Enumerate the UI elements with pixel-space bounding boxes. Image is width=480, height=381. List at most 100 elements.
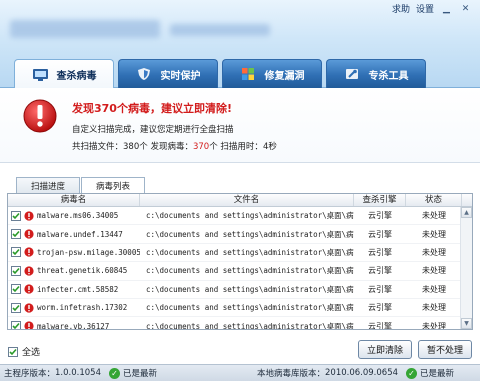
status: 未处理 [422,284,446,294]
row-checkbox[interactable] [11,247,21,258]
scan-result-panel: 发现370个病毒，建议立即清除! 自定义扫描完成，建议您定期进行全盘扫描 共扫描… [0,88,480,163]
virus-table: 病毒名 文件名 查杀引擎 状态 malware.ms06.34005 c:\doc… [7,193,473,330]
alert-title: 发现370个病毒，建议立即清除! [72,102,232,115]
check-ok-icon: ✓ [108,367,120,379]
alert-subtitle: 自定义扫描完成，建议您定期进行全盘扫描 [72,125,234,135]
virus-name-cell: threat.genetik.60845 [8,265,140,276]
program-version: 1.0.0.1054 [55,368,101,378]
file-path: c:\documents and settings\administrator\… [146,303,354,313]
status-bar: 主程序版本： 1.0.0.1054 ✓ 已是最新 本地病毒库版本： 2010.0… [0,364,480,381]
ignore-button[interactable]: 暂不处理 [418,340,472,359]
select-all-checkbox[interactable] [8,346,18,357]
windows-icon [240,67,257,81]
file-path: c:\documents and settings\administrator\… [146,266,354,276]
virus-name: trojan-psw.milage.30005 [37,247,140,257]
status: 未处理 [422,247,446,257]
file-path: c:\documents and settings\administrator\… [146,247,354,257]
col-engine[interactable]: 查杀引擎 [354,194,406,206]
virus-warning-icon [24,229,34,239]
virus-name: malware.undef.13447 [37,229,123,239]
engine: 云引擎 [368,321,392,330]
files-value: 380个 [123,142,148,152]
top-links: 求助 设置 ▁ ✕ [392,2,472,16]
files-label: 共扫描文件： [72,142,124,152]
virus-name: infecter.cmt.58582 [37,284,119,294]
vertical-scrollbar[interactable]: ▲ ▼ [460,207,472,329]
db-version-label: 本地病毒库版本： [257,369,326,379]
tab-fix-vulnerabilities[interactable]: 修复漏洞 [222,59,322,88]
virus-warning-icon [24,284,34,294]
settings-link[interactable]: 设置 [416,2,434,15]
status: 未处理 [422,211,446,221]
status: 未处理 [422,266,446,276]
app-header: 求助 设置 ▁ ✕ 查杀病毒 实时保护 修复漏洞 专杀工具 [0,0,480,89]
table-row[interactable]: malware.vb.36127 c:\documents and setting… [8,317,472,330]
scroll-up-icon[interactable]: ▲ [461,207,472,218]
tab-kill-tools[interactable]: 专杀工具 [326,59,426,88]
tab-label: 实时保护 [160,70,201,82]
file-path: c:\documents and settings\administrator\… [146,284,354,294]
engine: 云引擎 [368,247,392,257]
table-row[interactable]: malware.undef.13447 c:\documents and sett… [8,225,472,244]
clean-now-button[interactable]: 立即清除 [358,340,412,359]
result-subtabs: 扫描进度 病毒列表 [16,177,146,194]
virus-label: 发现病毒： [150,142,193,152]
file-path: c:\documents and settings\administrator\… [146,321,354,330]
status: 未处理 [422,321,446,330]
tab-label: 查杀病毒 [56,71,97,82]
close-icon[interactable]: ✕ [459,3,472,14]
engine: 云引擎 [368,211,392,221]
table-header: 病毒名 文件名 查杀引擎 状态 [8,194,472,207]
main-tabs: 查杀病毒 实时保护 修复漏洞 专杀工具 [14,59,426,89]
tab-label: 专杀工具 [368,70,409,82]
tools-icon [344,67,361,81]
shield-icon [136,67,153,81]
engine: 云引擎 [368,266,392,276]
alert-warning-icon [23,99,57,133]
col-status[interactable]: 状态 [406,194,462,206]
row-checkbox[interactable] [11,302,21,313]
virus-name: malware.vb.36127 [37,321,110,330]
table-row[interactable]: threat.genetik.60845 c:\documents and set… [8,262,472,281]
help-link[interactable]: 求助 [392,2,410,15]
tab-scan-progress[interactable]: 扫描进度 [16,177,80,193]
engine: 云引擎 [368,284,392,294]
engine: 云引擎 [368,229,392,239]
status: 未处理 [422,229,446,239]
row-checkbox[interactable] [11,210,21,221]
program-version-label: 主程序版本： [4,369,56,379]
table-row[interactable]: infecter.cmt.58582 c:\documents and setti… [8,281,472,299]
scroll-down-icon[interactable]: ▼ [461,318,472,329]
program-state: 已是最新 [122,369,157,379]
virus-name-cell: malware.ms06.34005 [8,210,140,221]
virus-name-cell: malware.vb.36127 [8,321,140,330]
file-path: c:\documents and settings\administrator\… [146,229,354,239]
scan-monitor-icon [32,68,49,82]
row-checkbox[interactable] [11,321,21,329]
tab-scan-virus[interactable]: 查杀病毒 [14,59,114,89]
table-row[interactable]: trojan-psw.milage.30005 c:\documents and … [8,244,472,263]
status: 未处理 [422,303,446,313]
virus-warning-icon [24,247,34,258]
virus-warning-icon [24,211,34,221]
db-state: 已是最新 [420,369,455,379]
col-virus-name[interactable]: 病毒名 [8,194,140,206]
virus-name-cell: malware.undef.13447 [8,229,140,240]
table-row[interactable]: worm.infetrash.17302 c:\documents and set… [8,299,472,318]
row-checkbox[interactable] [11,265,21,276]
virus-name-cell: infecter.cmt.58582 [8,284,140,295]
tab-virus-list[interactable]: 病毒列表 [81,177,145,194]
virus-name: worm.infetrash.17302 [37,303,128,313]
select-all[interactable]: 全选 [8,345,40,358]
virus-warning-icon [24,303,34,313]
col-file-name[interactable]: 文件名 [140,194,354,206]
tab-realtime-protection[interactable]: 实时保护 [118,59,218,88]
row-checkbox[interactable] [11,229,21,240]
row-checkbox[interactable] [11,284,21,295]
virus-warning-icon [24,321,34,329]
select-all-label: 全选 [22,348,41,358]
table-row[interactable]: malware.ms06.34005 c:\documents and setti… [8,207,472,226]
app-logo-blurred [10,20,160,38]
app-logo-blurred-2 [170,24,270,36]
minimize-icon[interactable]: ▁ [440,3,453,14]
